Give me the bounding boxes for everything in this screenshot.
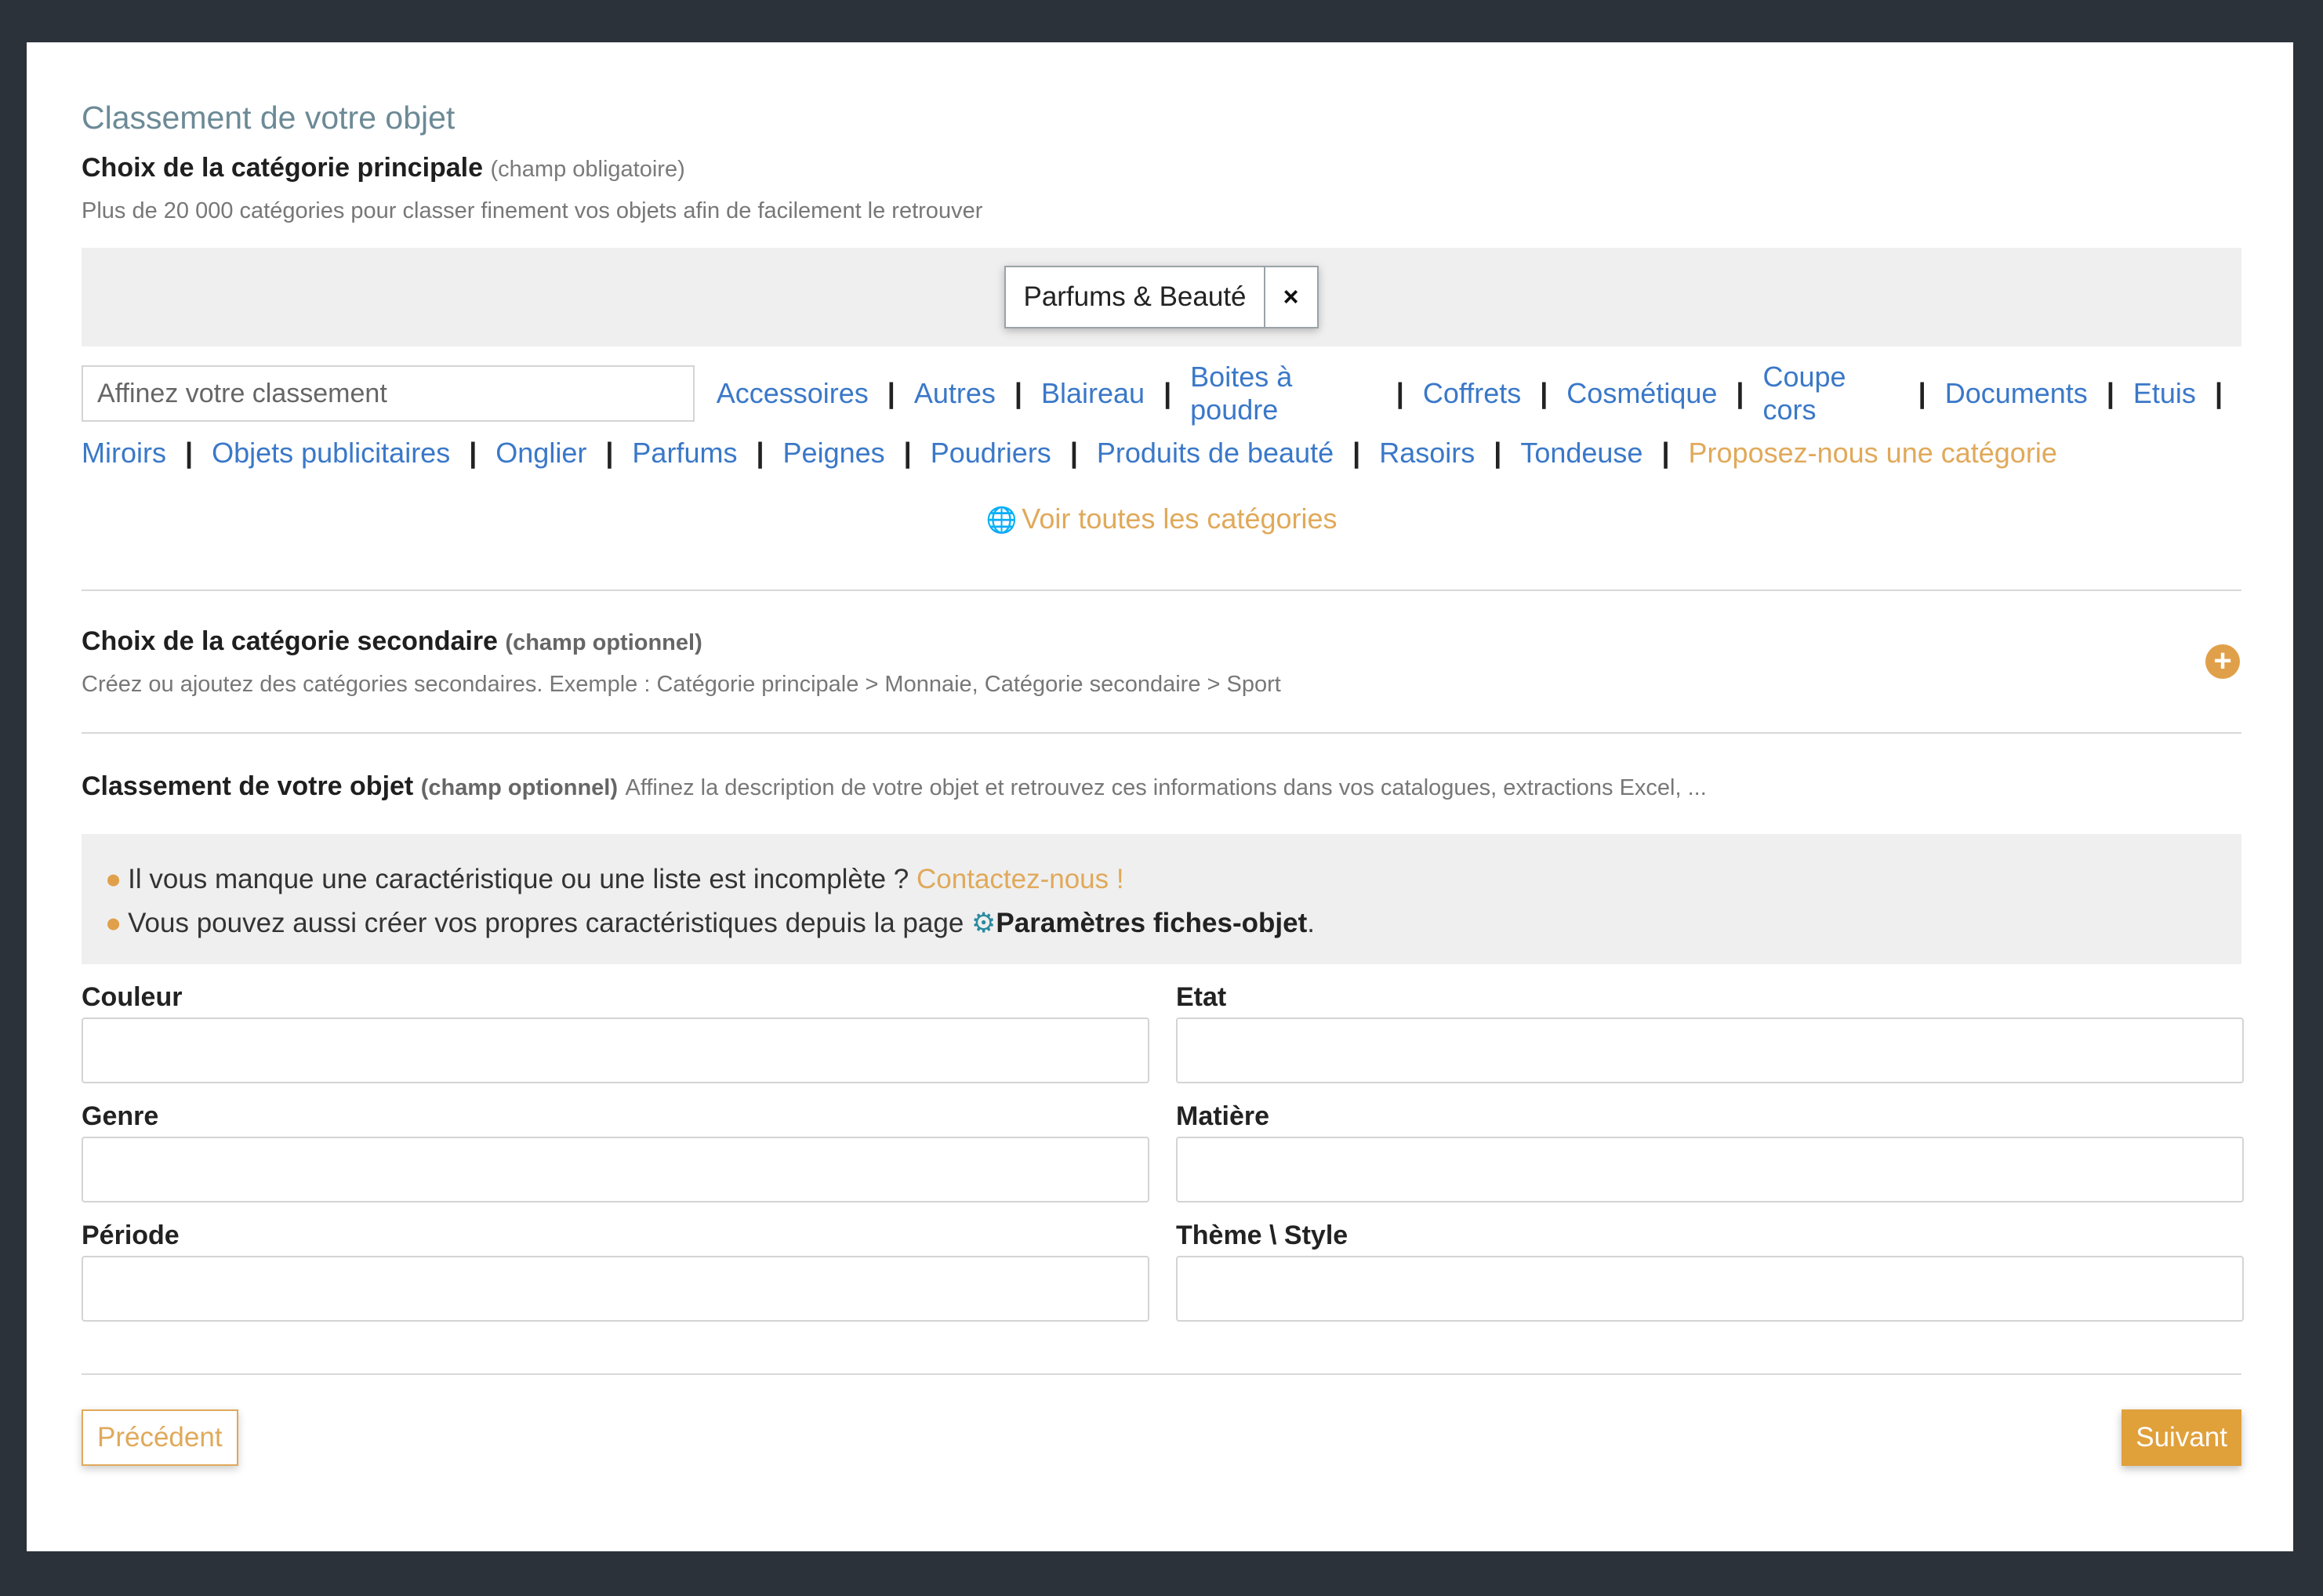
separator: | [469, 437, 477, 469]
field-etat: Etat [1176, 977, 2244, 1083]
secondary-category-label: Choix de la catégorie secondaire (champ … [82, 622, 1281, 662]
category-link-peignes[interactable]: Peignes [783, 437, 885, 470]
genre-input[interactable] [82, 1137, 1149, 1202]
category-link-produits-de-beaute[interactable]: Produits de beauté [1097, 437, 1334, 470]
primary-category-title: Choix de la catégorie principale [82, 153, 484, 183]
secondary-category-note: (champ optionnel) [505, 630, 702, 655]
etat-label: Etat [1176, 982, 1227, 1012]
periode-label: Période [82, 1221, 180, 1250]
separator: | [1069, 437, 1078, 469]
info-line-2: ● Vous pouvez aussi créer vos propres car… [105, 901, 2218, 945]
separator: | [1661, 437, 1670, 469]
field-periode: Période [82, 1215, 1149, 1322]
separator: | [1396, 377, 1404, 409]
lightbulb-icon: ● [105, 864, 122, 894]
characteristics-form: Couleur Etat Genre Matière Période Thème… [82, 977, 2244, 1334]
previous-button[interactable]: Précédent [82, 1409, 238, 1466]
category-link-coffrets[interactable]: Coffrets [1423, 377, 1521, 410]
field-matiere: Matière [1176, 1096, 2244, 1202]
classement-note: (champ optionnel) [420, 775, 619, 800]
propose-category-link[interactable]: Proposez-nous une catégorie [1689, 437, 2057, 470]
separator: | [1163, 377, 1172, 409]
classement-title: Classement de votre objet [82, 771, 414, 801]
add-secondary-category-icon[interactable]: + [2205, 644, 2240, 679]
matiere-label: Matière [1176, 1101, 1270, 1131]
field-theme: Thème \ Style [1176, 1215, 2244, 1322]
category-link-poudriers[interactable]: Poudriers [931, 437, 1051, 470]
category-link-onglier[interactable]: Onglier [495, 437, 586, 470]
periode-input[interactable] [82, 1256, 1149, 1322]
refine-search-input[interactable] [82, 365, 695, 422]
couleur-input[interactable] [82, 1017, 1149, 1083]
category-link-blaireau[interactable]: Blaireau [1041, 377, 1145, 410]
section-title: Classement de votre objet [82, 100, 456, 136]
selected-category-tag: Parfums & Beauté × [1004, 266, 1319, 328]
divider [82, 1373, 2241, 1375]
separator: | [605, 437, 614, 469]
theme-label: Thème \ Style [1176, 1221, 1348, 1250]
lightbulb-icon: ● [105, 908, 122, 938]
remove-category-button[interactable]: × [1263, 267, 1317, 327]
separator: | [184, 437, 194, 469]
separator: | [2106, 377, 2114, 409]
etat-input[interactable] [1176, 1017, 2244, 1083]
separator: | [2214, 377, 2223, 409]
globe-icon: 🌐 [985, 506, 1018, 534]
separator: | [1540, 377, 1548, 409]
separator: | [887, 377, 895, 409]
category-link-parfums[interactable]: Parfums [632, 437, 737, 470]
category-link-miroirs[interactable]: Miroirs [82, 437, 166, 470]
category-link-documents[interactable]: Documents [1945, 377, 2088, 410]
info-line-2-text: Vous pouvez aussi créer vos propres cara… [128, 908, 964, 938]
info-box: ● Il vous manque une caractéristique ou u… [82, 834, 2241, 964]
separator: | [1736, 377, 1744, 409]
theme-input[interactable] [1176, 1256, 2244, 1322]
form-footer: Précédent Suivant [82, 1409, 2241, 1466]
primary-category-label: Choix de la catégorie principale (champ … [82, 149, 2241, 188]
couleur-label: Couleur [82, 982, 183, 1012]
next-button[interactable]: Suivant [2122, 1409, 2241, 1466]
category-links: Accessoires | Autres | Blaireau | Boites… [82, 361, 2241, 483]
divider [82, 732, 2241, 734]
category-link-boites-a-poudre[interactable]: Boites à poudre [1190, 361, 1377, 426]
separator: | [1494, 437, 1502, 469]
category-line-2: Miroirs | Objets publicitaires | Onglier… [82, 423, 2057, 483]
matiere-input[interactable] [1176, 1137, 2244, 1202]
see-all-categories-label: Voir toutes les catégories [1022, 502, 1338, 535]
classement-label: Classement de votre objet (champ optionn… [82, 767, 2241, 807]
category-link-autres[interactable]: Autres [914, 377, 996, 410]
separator: | [1014, 377, 1022, 409]
separator: | [756, 437, 764, 469]
gear-icon: ⚙ [971, 908, 996, 938]
primary-category-help: Plus de 20 000 catégories pour classer f… [82, 198, 983, 223]
info-line-1-text: Il vous manque une caractéristique ou un… [128, 864, 909, 894]
info-line-2-end: . [1307, 908, 1315, 938]
category-link-cosmetique[interactable]: Cosmétique [1566, 377, 1717, 410]
secondary-category-help: Créez ou ajoutez des catégories secondai… [82, 672, 1281, 697]
category-link-tondeuse[interactable]: Tondeuse [1520, 437, 1642, 470]
classement-help: Affinez la description de votre objet et… [625, 775, 1707, 800]
contact-us-link[interactable]: Contactez-nous ! [916, 864, 1124, 894]
selected-category-bar: Parfums & Beauté × [82, 248, 2241, 346]
field-genre: Genre [82, 1096, 1149, 1202]
separator: | [1918, 377, 1926, 409]
field-couleur: Couleur [82, 977, 1149, 1083]
info-line-1: ● Il vous manque une caractéristique ou u… [105, 858, 2218, 901]
category-link-rasoirs[interactable]: Rasoirs [1379, 437, 1475, 470]
separator: | [1352, 437, 1361, 469]
form-panel: Classement de votre objet Choix de la ca… [27, 42, 2293, 1551]
category-line-1: Accessoires | Autres | Blaireau | Boites… [82, 361, 2241, 426]
selected-category-label: Parfums & Beauté [1023, 281, 1247, 312]
category-link-etuis[interactable]: Etuis [2133, 377, 2196, 410]
category-link-accessoires[interactable]: Accessoires [717, 377, 869, 410]
secondary-category-title: Choix de la catégorie secondaire [82, 626, 498, 656]
see-all-categories-link[interactable]: 🌐 Voir toutes les catégories [82, 495, 2241, 542]
category-link-coupe-cors[interactable]: Coupe cors [1762, 361, 1899, 426]
secondary-category-section: Choix de la catégorie secondaire (champ … [82, 591, 2241, 732]
category-link-objets-publicitaires[interactable]: Objets publicitaires [212, 437, 450, 470]
separator: | [903, 437, 912, 469]
object-settings-link[interactable]: Paramètres fiches-objet [996, 908, 1307, 938]
primary-category-note: (champ obligatoire) [490, 157, 685, 182]
genre-label: Genre [82, 1101, 159, 1131]
